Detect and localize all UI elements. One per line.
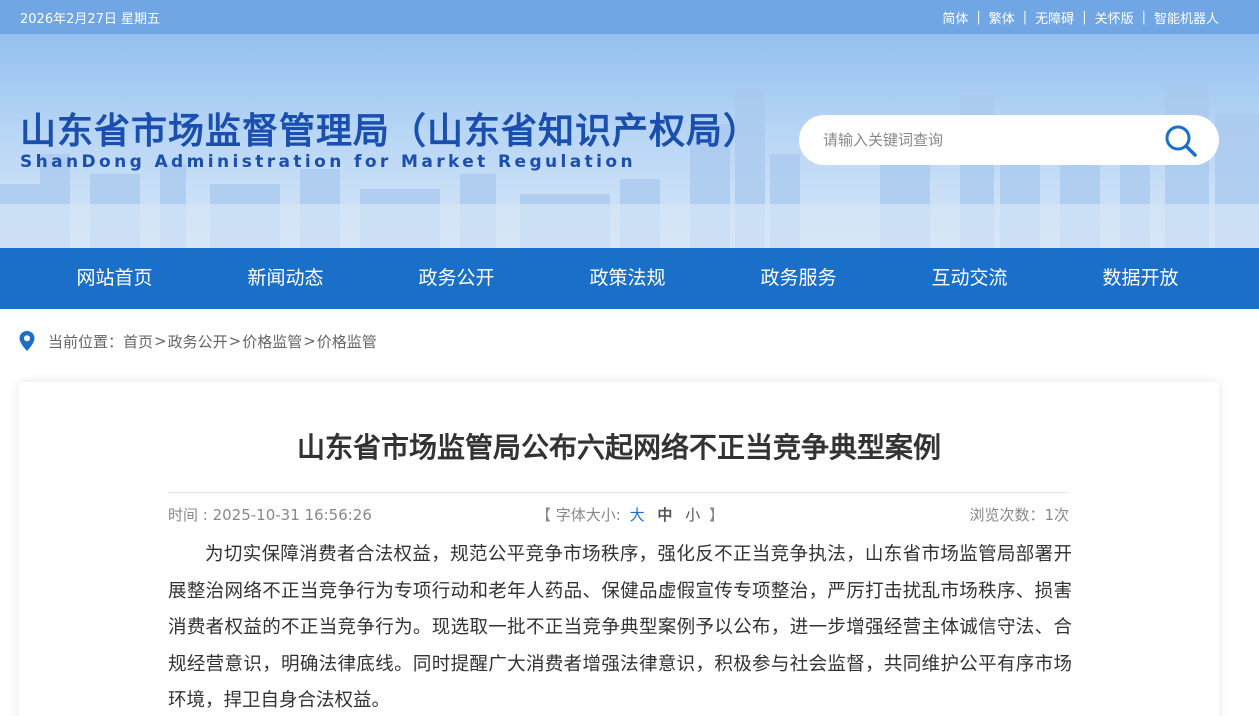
breadcrumb-price-supervision-current[interactable]: 价格监管 xyxy=(317,331,377,352)
breadcrumb-label: 当前位置： xyxy=(48,332,124,351)
article-meta: 时间 : 2025-10-31 16:56:26 【 字体大小: 大 中 小 】… xyxy=(168,504,1069,526)
breadcrumb: 当前位置： 首页 > 政务公开 > 价格监管 > 价格监管 xyxy=(18,330,377,352)
title-divider xyxy=(168,492,1069,493)
site-english-subtitle: ShanDong Administration for Market Regul… xyxy=(20,152,636,172)
article-card: 山东省市场监管局公布六起网络不正当竞争典型案例 时间 : 2025-10-31 … xyxy=(19,382,1219,716)
separator: | xyxy=(976,10,981,25)
breadcrumb-separator: > xyxy=(154,332,167,350)
font-size-small-button[interactable]: 小 xyxy=(685,506,700,524)
accessibility-link[interactable]: 无障碍 xyxy=(1035,8,1074,27)
current-date: 2026年2月27日 星期五 xyxy=(20,12,161,27)
view-count: 浏览次数：1次 xyxy=(969,506,1069,524)
breadcrumb-price-supervision[interactable]: 价格监管 xyxy=(242,331,302,352)
article-paragraph: 为切实保障消费者合法权益，规范公平竞争市场秩序，强化反不正当竞争执法，山东省市场… xyxy=(168,544,1072,711)
simplified-chinese-link[interactable]: 简体 xyxy=(942,8,968,27)
breadcrumb-separator: > xyxy=(228,332,242,350)
publish-time: 时间 : 2025-10-31 16:56:26 xyxy=(168,506,372,524)
nav-item-interaction[interactable]: 互动交流 xyxy=(884,248,1055,309)
location-pin-icon xyxy=(18,330,36,352)
elderly-care-mode-link[interactable]: 关怀版 xyxy=(1095,8,1134,27)
nav-item-government-affairs[interactable]: 政务公开 xyxy=(371,248,542,309)
separator: | xyxy=(1141,10,1146,25)
search-input[interactable] xyxy=(823,127,1143,153)
font-size-large-button[interactable]: 大 xyxy=(630,506,645,524)
nav-item-news[interactable]: 新闻动态 xyxy=(200,248,371,309)
main-navigation: 网站首页 新闻动态 政务公开 政策法规 政务服务 互动交流 数据开放 xyxy=(0,248,1259,309)
article-title: 山东省市场监管局公布六起网络不正当竞争典型案例 xyxy=(296,431,941,464)
separator: | xyxy=(1022,10,1028,25)
separator: | xyxy=(1082,10,1087,25)
nav-item-open-data[interactable]: 数据开放 xyxy=(1055,248,1226,309)
font-size-medium-button[interactable]: 中 xyxy=(657,506,672,524)
traditional-chinese-link[interactable]: 繁体 xyxy=(989,8,1015,27)
top-utility-bar: 2026年2月27日 星期五 简体 | 繁体 | 无障碍 | 关怀版 | 智能机… xyxy=(0,0,1259,34)
utility-links: 简体 | 繁体 | 无障碍 | 关怀版 | 智能机器人 xyxy=(942,8,1219,27)
search-icon[interactable] xyxy=(1163,123,1199,159)
nav-item-home[interactable]: 网站首页 xyxy=(29,248,200,309)
breadcrumb-government-affairs[interactable]: 政务公开 xyxy=(168,331,228,352)
site-title: 山东省市场监督管理局（山东省知识产权局） xyxy=(20,111,761,152)
breadcrumb-home[interactable]: 首页 xyxy=(123,331,153,352)
breadcrumb-separator: > xyxy=(303,332,316,350)
font-size-label: 【 字体大小: xyxy=(536,506,621,524)
font-size-bracket-close: 】 xyxy=(709,506,725,524)
smart-robot-link[interactable]: 智能机器人 xyxy=(1154,8,1219,27)
search-box xyxy=(799,115,1219,165)
nav-item-services[interactable]: 政务服务 xyxy=(713,248,884,309)
nav-item-policies[interactable]: 政策法规 xyxy=(542,248,713,309)
font-size-control: 【 字体大小: 大 中 小 】 xyxy=(536,504,724,525)
header-banner: 山东省市场监督管理局（山东省知识产权局） ShanDong Administra… xyxy=(0,34,1259,248)
